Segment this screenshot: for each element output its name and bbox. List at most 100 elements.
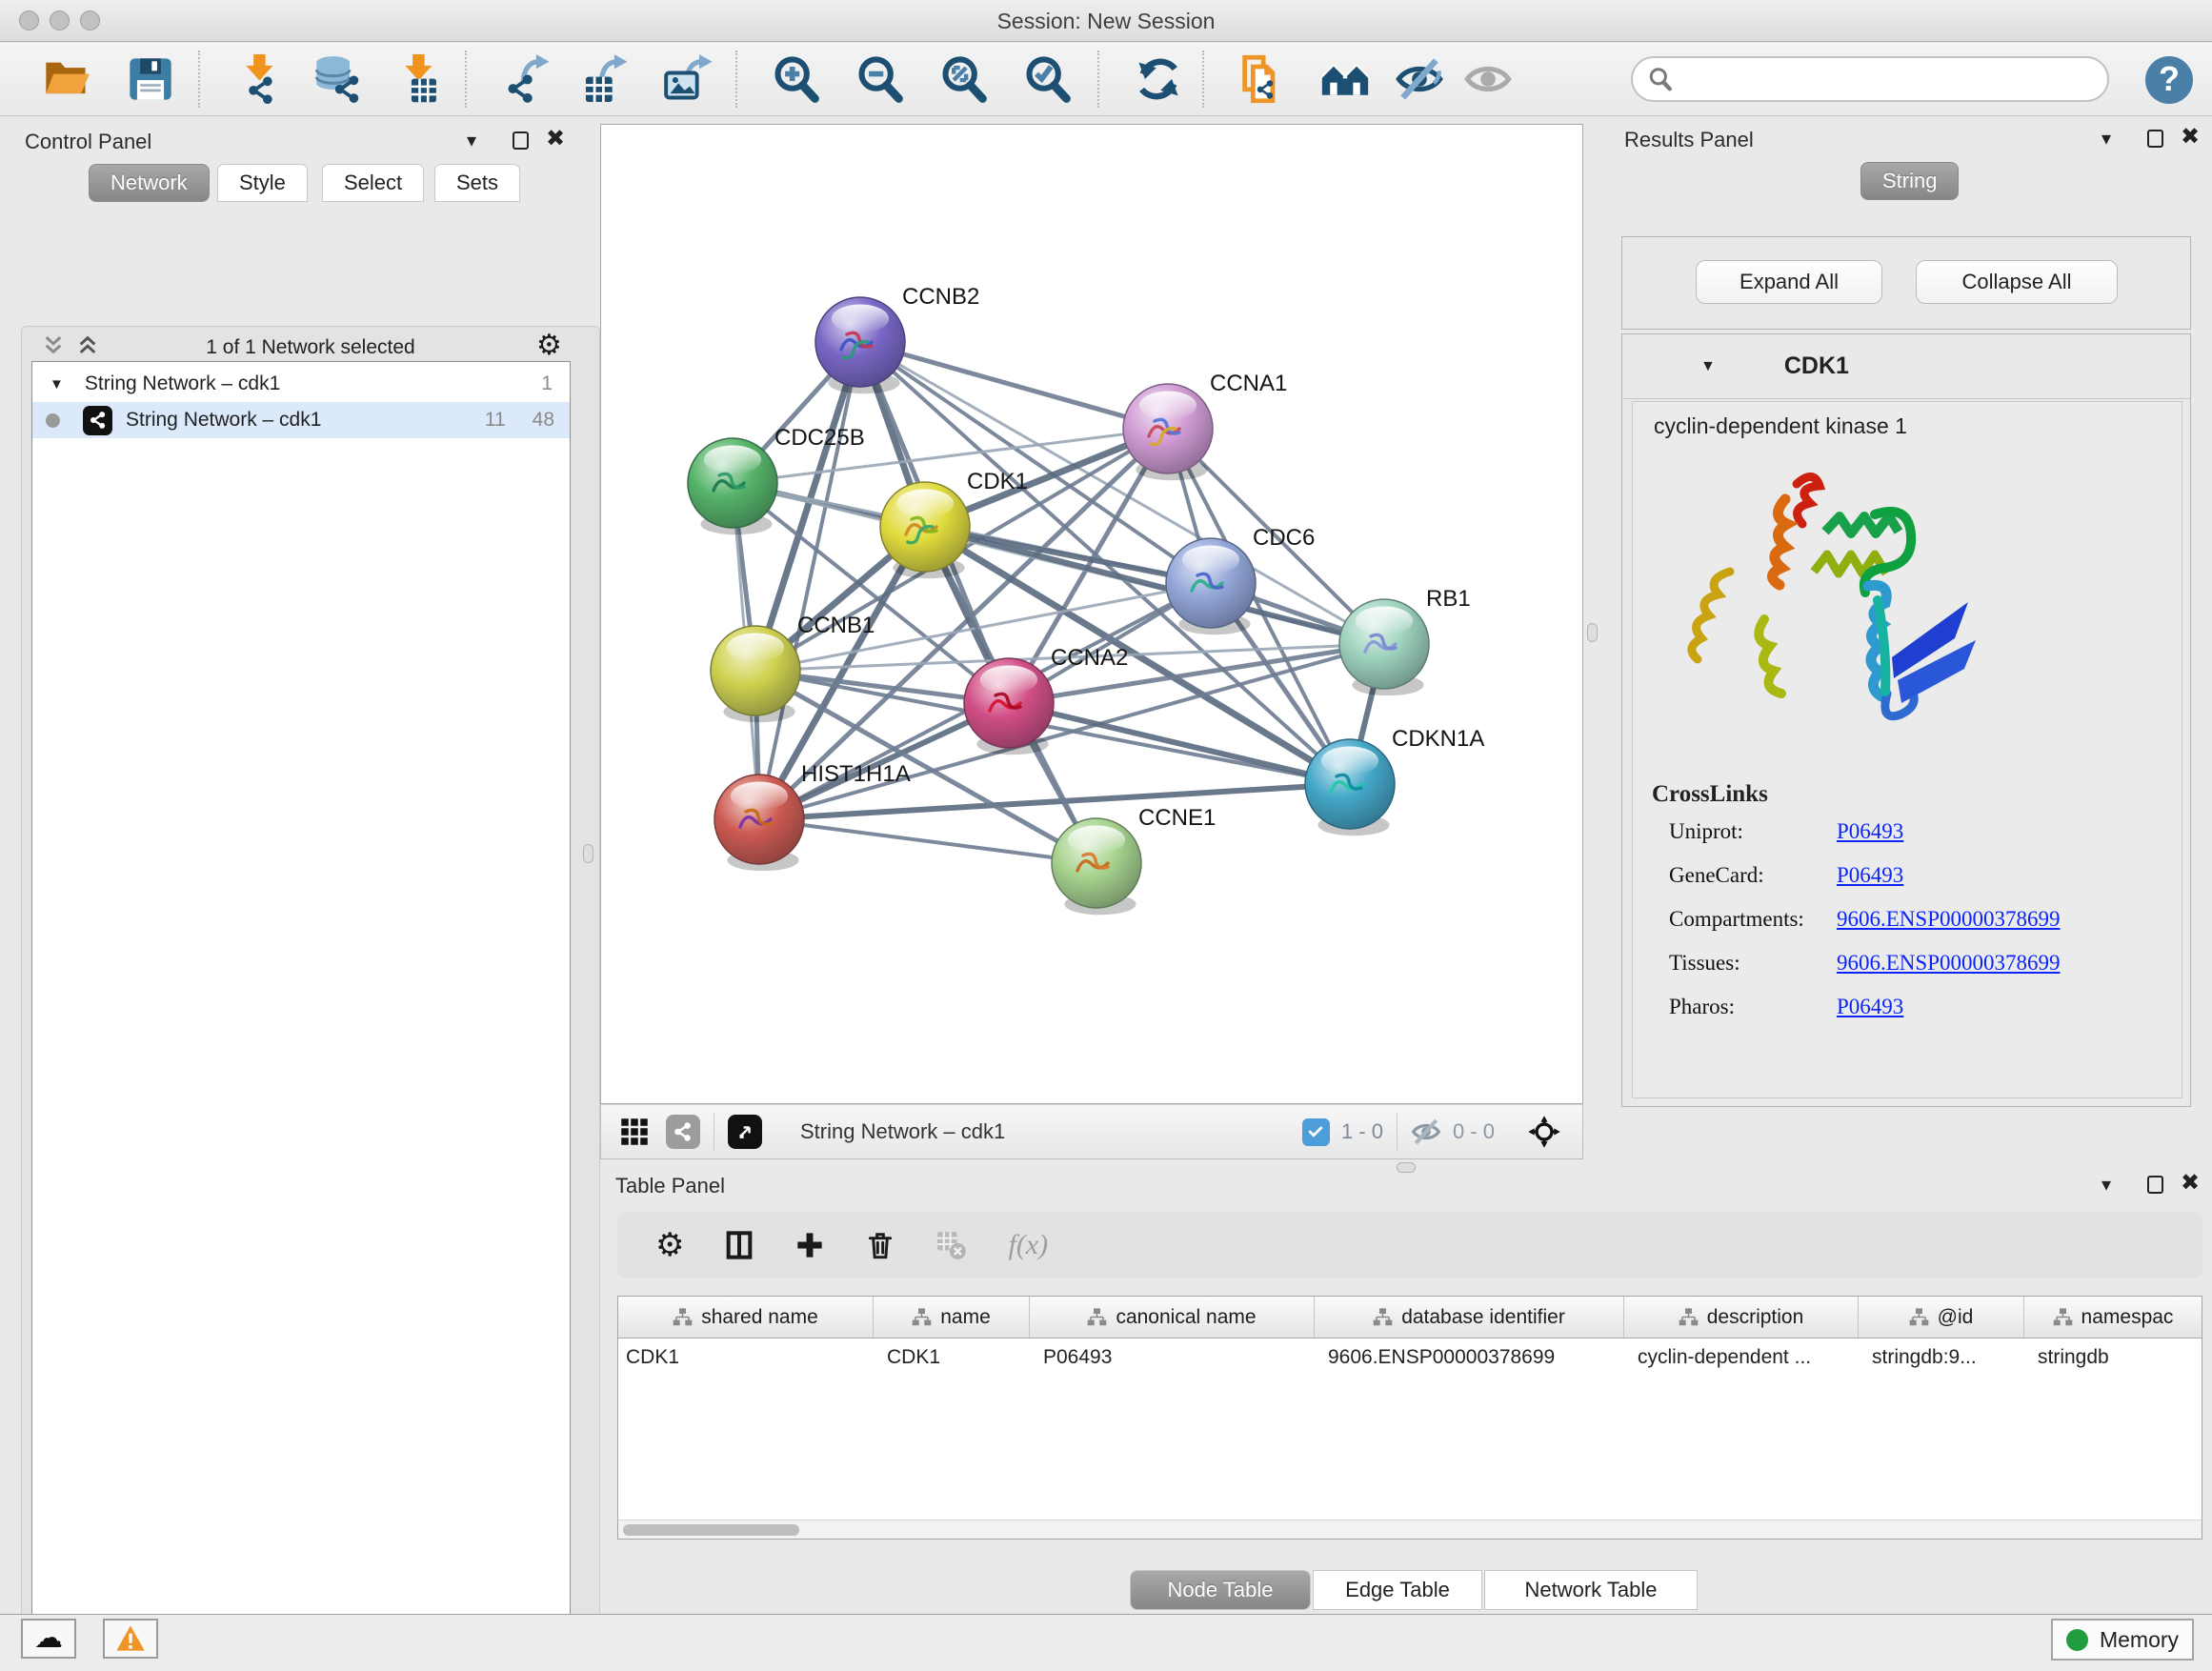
protein-section-header[interactable]: ▼ CDK1 bbox=[1622, 334, 2190, 399]
panel-menu-icon[interactable]: ▾ bbox=[2101, 1176, 2111, 1195]
crosslink-label: Tissues: bbox=[1669, 951, 1837, 976]
network-view-title: String Network – cdk1 bbox=[800, 1119, 1005, 1144]
panel-float-icon[interactable] bbox=[2147, 1176, 2163, 1194]
network-edge[interactable] bbox=[759, 819, 1096, 863]
vertical-splitter-handle[interactable] bbox=[583, 844, 593, 863]
cell-database-identifier[interactable]: 9606.ENSP00000378699 bbox=[1315, 1339, 1624, 1377]
clone-network-icon[interactable] bbox=[1237, 54, 1286, 104]
export-image-icon[interactable] bbox=[664, 54, 714, 104]
save-session-icon[interactable] bbox=[126, 54, 175, 104]
network-collection-row[interactable]: ▼ String Network – cdk1 1 bbox=[32, 366, 570, 402]
tab-node-table[interactable]: Node Table bbox=[1130, 1570, 1311, 1610]
panel-close-icon[interactable]: ✖ bbox=[2181, 128, 2200, 147]
tab-edge-table[interactable]: Edge Table bbox=[1313, 1570, 1482, 1610]
warnings-button[interactable] bbox=[103, 1619, 158, 1659]
clear-table-icon bbox=[935, 1229, 968, 1261]
crosslink-pharos-link[interactable]: P06493 bbox=[1837, 995, 2164, 1019]
tab-network-table[interactable]: Network Table bbox=[1484, 1570, 1698, 1610]
zoom-in-icon[interactable] bbox=[772, 54, 821, 104]
network-edge-count: 48 bbox=[533, 409, 554, 432]
column-header-id[interactable]: @id bbox=[1859, 1297, 2024, 1338]
crosslink-tissues-link[interactable]: 9606.ENSP00000378699 bbox=[1837, 951, 2164, 976]
home-networks-icon[interactable] bbox=[1320, 54, 1370, 104]
column-header-name[interactable]: name bbox=[874, 1297, 1030, 1338]
expand-all-button[interactable]: Expand All bbox=[1696, 260, 1882, 304]
refresh-layout-icon[interactable] bbox=[1134, 54, 1183, 104]
hide-selected-icon[interactable] bbox=[1395, 54, 1444, 104]
column-header-canonical-name[interactable]: canonical name bbox=[1030, 1297, 1315, 1338]
collapse-all-button[interactable]: Collapse All bbox=[1916, 260, 2118, 304]
export-table-icon[interactable] bbox=[581, 54, 631, 104]
tab-network[interactable]: Network bbox=[89, 164, 210, 202]
network-edge[interactable] bbox=[1009, 703, 1350, 784]
tab-select[interactable]: Select bbox=[322, 164, 424, 202]
memory-button[interactable]: Memory bbox=[2051, 1619, 2194, 1661]
cell-id[interactable]: stringdb:9... bbox=[1859, 1339, 2024, 1377]
delete-column-icon[interactable] bbox=[865, 1230, 895, 1260]
main-toolbar: ? bbox=[0, 43, 2212, 116]
control-panel-title: Control Panel bbox=[25, 130, 151, 154]
show-all-icon[interactable] bbox=[1463, 54, 1513, 104]
cell-name[interactable]: CDK1 bbox=[874, 1339, 1030, 1377]
crosslink-uniprot-link[interactable]: P06493 bbox=[1837, 819, 2164, 844]
collection-expand-icon[interactable]: ▼ bbox=[50, 376, 64, 393]
column-header-shared-name[interactable]: shared name bbox=[618, 1297, 874, 1338]
panel-menu-icon[interactable]: ▾ bbox=[467, 131, 476, 151]
zoom-fit-icon[interactable] bbox=[939, 54, 989, 104]
crosslink-genecard-link[interactable]: P06493 bbox=[1837, 863, 2164, 888]
cell-canonical-name[interactable]: P06493 bbox=[1030, 1339, 1315, 1377]
help-button[interactable]: ? bbox=[2145, 56, 2193, 104]
column-header-database-identifier[interactable]: database identifier bbox=[1315, 1297, 1624, 1338]
node-gloss bbox=[896, 490, 954, 518]
show-columns-icon[interactable] bbox=[724, 1230, 754, 1260]
cell-description[interactable]: cyclin-dependent ... bbox=[1624, 1339, 1859, 1377]
horizontal-scrollbar[interactable] bbox=[618, 1520, 2202, 1539]
export-network-icon[interactable] bbox=[503, 54, 553, 104]
zoom-out-icon[interactable] bbox=[855, 54, 905, 104]
import-network-from-file-icon[interactable] bbox=[233, 54, 283, 104]
network-options-gear-icon[interactable]: ⚙ bbox=[536, 329, 562, 362]
import-network-from-database-icon[interactable] bbox=[312, 54, 362, 104]
column-header-description[interactable]: description bbox=[1624, 1297, 1859, 1338]
cloud-button[interactable]: ☁ bbox=[21, 1619, 76, 1659]
panel-menu-icon[interactable]: ▾ bbox=[2101, 130, 2111, 149]
vertical-splitter-handle[interactable] bbox=[1587, 623, 1598, 642]
network-row-selected[interactable]: String Network – cdk1 11 48 bbox=[32, 402, 570, 438]
birds-eye-view-icon[interactable] bbox=[728, 1115, 762, 1149]
section-collapse-icon[interactable]: ▼ bbox=[1700, 358, 1716, 375]
hidden-eye-slash-icon[interactable] bbox=[1411, 1117, 1441, 1147]
table-options-gear-icon[interactable]: ⚙ bbox=[655, 1226, 684, 1264]
table-row[interactable]: CDK1 CDK1 P06493 9606.ENSP00000378699 cy… bbox=[618, 1339, 2202, 1377]
tab-style[interactable]: Style bbox=[217, 164, 308, 202]
panel-float-icon[interactable] bbox=[2147, 130, 2163, 148]
cell-shared-name[interactable]: CDK1 bbox=[618, 1339, 874, 1377]
zoom-selected-icon[interactable] bbox=[1023, 54, 1073, 104]
network-share-icon[interactable] bbox=[666, 1115, 700, 1149]
table-toolbar: ⚙ f(x) bbox=[617, 1212, 2202, 1278]
crosslink-compartments-link[interactable]: 9606.ENSP00000378699 bbox=[1837, 907, 2164, 932]
panel-float-icon[interactable] bbox=[513, 131, 529, 150]
add-column-icon[interactable] bbox=[794, 1230, 825, 1260]
scrollbar-thumb[interactable] bbox=[623, 1524, 799, 1536]
tab-sets[interactable]: Sets bbox=[434, 164, 520, 202]
network-edge[interactable] bbox=[759, 342, 860, 819]
column-type-icon bbox=[673, 1307, 693, 1327]
open-session-icon[interactable] bbox=[42, 54, 91, 104]
node-gloss bbox=[1068, 826, 1125, 855]
import-table-from-file-icon[interactable] bbox=[392, 54, 442, 104]
grid-view-icon[interactable] bbox=[620, 1117, 649, 1146]
node-gloss bbox=[832, 305, 889, 333]
network-canvas[interactable]: CCNB2CCNA1CDC25BCDK1CDC6RB1CCNB1CCNA2CDK… bbox=[600, 124, 1583, 1104]
panel-close-icon[interactable]: ✖ bbox=[546, 130, 565, 149]
selected-checkbox-icon[interactable] bbox=[1302, 1118, 1330, 1146]
search-input[interactable] bbox=[1673, 66, 2073, 92]
node-label-CCNB2: CCNB2 bbox=[902, 284, 979, 310]
panel-close-icon[interactable]: ✖ bbox=[2181, 1174, 2200, 1193]
network-type-icon bbox=[83, 406, 112, 435]
crosshair-icon[interactable] bbox=[1527, 1115, 1561, 1149]
node-label-CDC6: CDC6 bbox=[1253, 525, 1315, 551]
cell-namespace[interactable]: stringdb bbox=[2024, 1339, 2202, 1377]
column-header-namespace[interactable]: namespac bbox=[2024, 1297, 2202, 1338]
tab-string[interactable]: String bbox=[1860, 162, 1959, 200]
toolbar-separator bbox=[198, 50, 200, 108]
